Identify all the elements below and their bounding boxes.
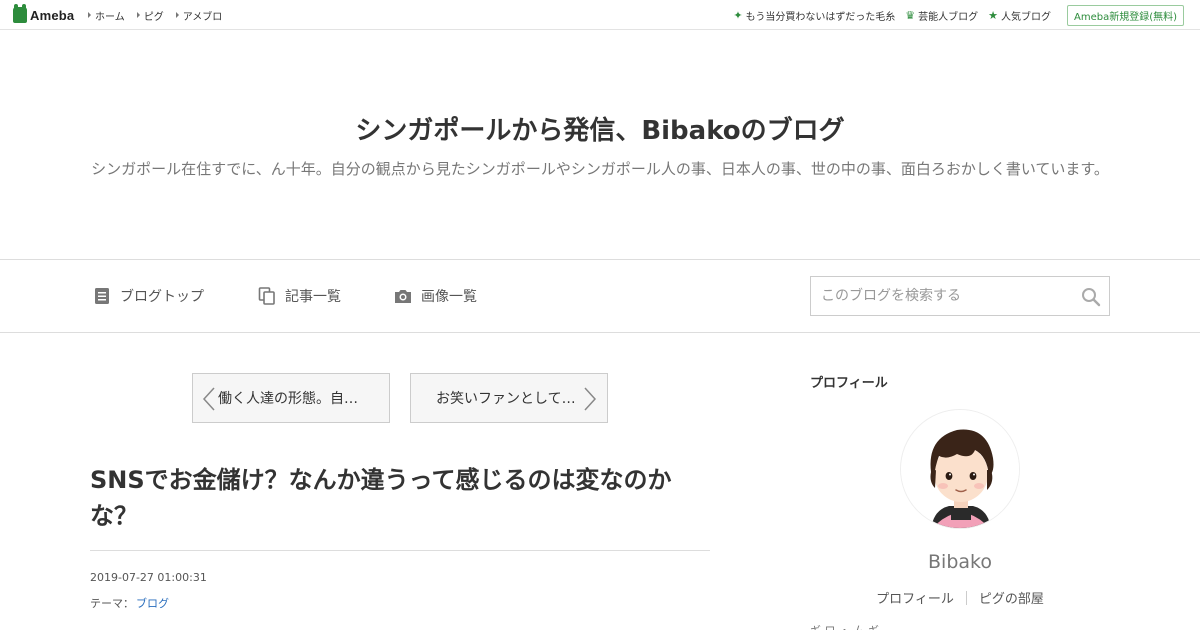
chevron-left-icon (202, 387, 215, 411)
article-theme: テーマ： ブログ (90, 595, 169, 611)
triangle-right-icon (136, 12, 140, 18)
chevron-right-icon (584, 387, 597, 411)
theme-link[interactable]: ブログ (136, 595, 169, 611)
crown-icon: ♛ (905, 8, 916, 22)
global-nav-label: ピグ (143, 11, 164, 23)
nav-blog-top[interactable]: ブログトップ (93, 286, 204, 306)
next-article-button[interactable]: お笑いファンとして… (410, 373, 608, 423)
nav-article-list[interactable]: 記事一覧 (258, 286, 341, 306)
popular-blog-link[interactable]: ★ 人気ブログ (988, 8, 1051, 23)
register-button[interactable]: Ameba新規登録(無料) (1066, 4, 1184, 26)
triangle-right-icon (175, 12, 179, 18)
blog-title[interactable]: シンガポールから発信、Bibakoのブログ (0, 110, 1200, 147)
profile-heading: プロフィール (810, 376, 888, 391)
pigg-room-link[interactable]: ピグの部屋 (979, 588, 1044, 607)
triangle-right-icon (88, 12, 91, 18)
global-header: Ameba ホーム ピグ アメブロ ✦ もう当分買わないはずだった毛糸 ♛ 芸能… (0, 0, 1200, 30)
nav-image-list[interactable]: 画像一覧 (394, 286, 477, 306)
global-nav-label: アメブロ (182, 11, 223, 23)
avatar[interactable] (900, 409, 1020, 529)
nav-image-list-label: 画像一覧 (421, 289, 477, 305)
divider (90, 550, 710, 551)
profile-name[interactable]: Bibako (810, 551, 1110, 573)
search-icon[interactable] (1081, 287, 1101, 307)
blog-search (810, 276, 1110, 316)
camera-icon (395, 290, 411, 303)
prev-article-title: 働く人達の形態。自… (218, 391, 358, 407)
ameba-logo-icon (13, 4, 27, 23)
global-links: ✦ もう当分買わないはずだった毛糸 ♛ 芸能人ブログ ★ 人気ブログ Ameba… (733, 0, 1184, 30)
divider (965, 590, 967, 605)
blog-nav: ブログトップ 記事一覧 画像一覧 (0, 259, 1200, 333)
copy-icon (258, 287, 275, 305)
profile-extra-text: ギ ロ ・ ム ギ (810, 622, 879, 630)
blog-description: シンガポール在住すでに、ん十年。自分の観点から見たシンガポールやシンガポール人の… (91, 160, 1109, 178)
avatar-illustration (901, 410, 1019, 528)
global-nav-pigg[interactable]: ピグ (136, 8, 164, 23)
nav-article-list-label: 記事一覧 (285, 289, 341, 305)
global-nav-label: ホーム (95, 11, 125, 23)
global-nav: ホーム ピグ アメブロ (88, 0, 222, 30)
article-title[interactable]: SNSでお金儲け？なんか違うって感じるのは変なのかな？ (90, 462, 715, 534)
celebrity-blog-link[interactable]: ♛ 芸能人ブログ (905, 8, 978, 23)
trending-link-label: もう当分買わないはずだった毛糸 (745, 11, 896, 23)
trending-link[interactable]: ✦ もう当分買わないはずだった毛糸 (733, 8, 895, 23)
celebrity-blog-label: 芸能人ブログ (918, 11, 979, 23)
document-icon (95, 288, 109, 304)
sparkle-icon: ✦ (733, 8, 743, 22)
ameba-logo[interactable]: Ameba (13, 4, 75, 24)
theme-label: テーマ： (90, 597, 134, 610)
ameba-logo-text: Ameba (30, 7, 75, 23)
star-icon: ★ (988, 8, 998, 22)
prev-article-button[interactable]: 働く人達の形態。自… (192, 373, 390, 423)
article-date: 2019-07-27 01:00:31 (90, 571, 207, 584)
global-nav-home[interactable]: ホーム (88, 8, 125, 23)
global-nav-ameblo[interactable]: アメブロ (175, 8, 223, 23)
profile-links: プロフィール ピグの部屋 (810, 588, 1110, 607)
next-article-title: お笑いファンとして… (436, 391, 576, 407)
popular-blog-label: 人気ブログ (1000, 11, 1051, 23)
nav-blog-top-label: ブログトップ (120, 289, 204, 305)
profile-link[interactable]: プロフィール (876, 588, 954, 607)
search-input[interactable] (811, 277, 1071, 315)
